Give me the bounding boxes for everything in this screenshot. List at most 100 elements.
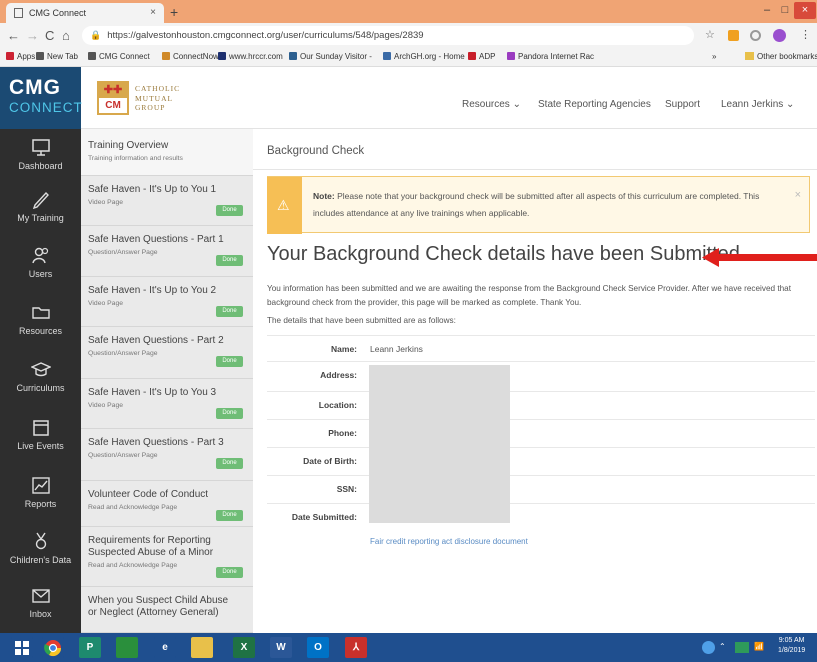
curriculum-item[interactable]: Safe Haven - It's Up to You 3 Video Page D… bbox=[81, 379, 253, 429]
sidebar-item-inbox[interactable]: Inbox bbox=[0, 577, 81, 637]
curriculum-item[interactable]: Safe Haven Questions - Part 2 Question/An… bbox=[81, 327, 253, 379]
nav-support[interactable]: Support bbox=[665, 99, 700, 110]
sidebar-item-resources[interactable]: Resources bbox=[0, 294, 81, 354]
cmg-connect-logo[interactable]: CMG CONNECT bbox=[0, 67, 82, 129]
sidebar-item-live-events[interactable]: Live Events bbox=[0, 409, 81, 469]
detail-label: Address: bbox=[320, 370, 357, 380]
extension-circle-icon[interactable] bbox=[750, 30, 761, 41]
bookmark-0[interactable]: Apps bbox=[6, 52, 35, 61]
minimize-button[interactable]: – bbox=[758, 2, 776, 19]
home-icon[interactable]: ⌂ bbox=[62, 28, 70, 43]
bookmark-7[interactable]: ADP bbox=[468, 52, 495, 61]
status-badge: Done bbox=[216, 567, 243, 578]
word-icon[interactable]: W bbox=[270, 637, 292, 658]
sidebar-item-curriculums[interactable]: Curriculums bbox=[0, 351, 81, 411]
curriculum-item[interactable]: Safe Haven Questions - Part 1 Question/An… bbox=[81, 226, 253, 277]
curriculum-item-title: Volunteer Code of Conduct bbox=[88, 489, 209, 500]
close-tab-icon[interactable]: × bbox=[150, 7, 156, 18]
apps-grid-icon bbox=[6, 52, 14, 60]
profile-avatar[interactable] bbox=[773, 29, 786, 42]
bookmark-2[interactable]: CMG Connect bbox=[88, 52, 150, 61]
tray-arrow-icon[interactable]: ⌃ bbox=[719, 642, 726, 651]
folder-icon bbox=[31, 307, 50, 319]
redacted-block bbox=[369, 365, 510, 523]
store-icon[interactable] bbox=[116, 637, 138, 658]
close-window-button[interactable]: × bbox=[794, 2, 816, 19]
reload-icon[interactable]: C bbox=[45, 28, 54, 43]
curriculum-item[interactable]: Training Overview Training information an… bbox=[81, 129, 253, 176]
forward-icon[interactable]: → bbox=[26, 28, 39, 43]
file-explorer-icon[interactable] bbox=[191, 637, 213, 658]
calendar-icon bbox=[32, 420, 49, 436]
browser-tab[interactable]: CMG Connect × bbox=[6, 3, 164, 23]
detail-label: Date Submitted: bbox=[291, 512, 357, 522]
tray-app-icon[interactable] bbox=[735, 642, 749, 653]
status-badge: Done bbox=[216, 408, 243, 419]
curriculum-item-title: Safe Haven Questions - Part 3 bbox=[88, 437, 224, 448]
address-bar[interactable]: 🔒 https://galvestonhouston.cmgconnect.or… bbox=[82, 26, 694, 45]
maximize-button[interactable]: □ bbox=[776, 2, 794, 19]
status-badge: Done bbox=[216, 510, 243, 521]
bookmark-6[interactable]: ArchGH.org - Home bbox=[383, 52, 465, 61]
ie-icon[interactable]: e bbox=[154, 637, 176, 658]
curriculum-item[interactable]: Requirements for Reporting Suspected Abu… bbox=[81, 527, 253, 587]
detail-row: Date Submitted: bbox=[267, 503, 815, 529]
sidebar-item-users[interactable]: Users bbox=[0, 237, 81, 297]
sidebar-item-label: Children's Data bbox=[9, 555, 72, 565]
sidebar-item-dashboard[interactable]: Dashboard bbox=[0, 129, 81, 189]
help-tray-icon[interactable] bbox=[702, 641, 715, 654]
page-icon bbox=[88, 52, 96, 60]
more-bookmarks-button[interactable]: » bbox=[712, 52, 716, 61]
nav-state-reporting-agencies[interactable]: State Reporting Agencies bbox=[538, 99, 651, 110]
app-header: CMG CONNECT ✚✚ CM CATHOLIC MUTUAL GROUP … bbox=[0, 67, 817, 129]
windows-start-icon[interactable] bbox=[11, 637, 33, 658]
logo-line1: CMG bbox=[9, 76, 61, 99]
curriculum-item-title: Requirements for Reporting Suspected Abu… bbox=[88, 535, 214, 558]
publisher-icon[interactable]: P bbox=[79, 637, 101, 658]
sidebar-item-label: My Training bbox=[17, 213, 64, 223]
extension-icon[interactable] bbox=[728, 30, 739, 41]
sidebar-item-label: Dashboard bbox=[18, 161, 63, 171]
arch-icon bbox=[383, 52, 391, 60]
pandora-icon bbox=[507, 52, 515, 60]
network-icon[interactable]: 📶 bbox=[754, 642, 764, 651]
excel-icon[interactable]: X bbox=[233, 637, 255, 658]
back-icon[interactable]: ← bbox=[7, 28, 20, 43]
new-tab-button[interactable]: + bbox=[170, 4, 178, 20]
sidebar-item-label: Reports bbox=[24, 499, 57, 509]
sidebar-item-children-s-data[interactable]: Children's Data bbox=[0, 523, 81, 583]
bookmark-4[interactable]: www.hrccr.com bbox=[218, 52, 283, 61]
curriculum-item-title: Safe Haven - It's Up to You 3 bbox=[88, 387, 217, 398]
other-bookmarks-folder[interactable]: Other bookmarks bbox=[745, 52, 817, 61]
menu-kebab-icon[interactable]: ⋮ bbox=[800, 28, 811, 41]
fcra-disclosure-link[interactable]: Fair credit reporting act disclosure doc… bbox=[370, 537, 528, 546]
curriculum-item[interactable]: Safe Haven - It's Up to You 2 Video Page D… bbox=[81, 277, 253, 327]
star-icon[interactable]: ☆ bbox=[705, 28, 715, 41]
bookmark-1[interactable]: New Tab bbox=[36, 52, 78, 61]
clock[interactable]: 9:05 AM 1/8/2019 bbox=[778, 636, 805, 656]
nav-user-menu[interactable]: Leann Jerkins ⌄ bbox=[721, 99, 794, 110]
chrome-icon[interactable] bbox=[42, 637, 64, 658]
dismiss-note-icon[interactable]: × bbox=[795, 189, 801, 201]
details-intro: The details that have been submitted are… bbox=[267, 316, 456, 325]
bookmarks-bar: Apps New Tab CMG Connect ConnectNow www.hrcc… bbox=[0, 48, 817, 67]
sidebar-item-reports[interactable]: Reports bbox=[0, 467, 81, 527]
curriculum-item[interactable]: Safe Haven Questions - Part 3 Question/An… bbox=[81, 429, 253, 481]
outlook-icon[interactable]: O bbox=[307, 637, 329, 658]
acrobat-icon[interactable]: ⅄ bbox=[345, 637, 367, 658]
chart-icon bbox=[31, 477, 50, 494]
curriculum-item-title: When you Suspect Child Abuse or Neglect … bbox=[88, 595, 229, 618]
bookmark-5[interactable]: Our Sunday Visitor - bbox=[289, 52, 372, 61]
status-badge: Done bbox=[216, 255, 243, 266]
sidebar-item-my-training[interactable]: My Training bbox=[0, 181, 81, 241]
curriculum-item[interactable]: When you Suspect Child Abuse or Neglect … bbox=[81, 587, 253, 633]
warning-icon: ⚠ bbox=[277, 197, 290, 213]
bookmark-3[interactable]: ConnectNow bbox=[162, 52, 219, 61]
curriculum-item[interactable]: Safe Haven - It's Up to You 1 Video Page D… bbox=[81, 176, 253, 226]
curriculum-item-title: Safe Haven Questions - Part 2 bbox=[88, 335, 224, 346]
nav-resources[interactable]: Resources ⌄ bbox=[462, 99, 521, 110]
bookmark-8[interactable]: Pandora Internet Rac bbox=[507, 52, 594, 61]
curriculum-item[interactable]: Volunteer Code of Conduct Read and Acknow… bbox=[81, 481, 253, 527]
users-icon bbox=[31, 247, 48, 264]
connectnow-icon bbox=[162, 52, 170, 60]
